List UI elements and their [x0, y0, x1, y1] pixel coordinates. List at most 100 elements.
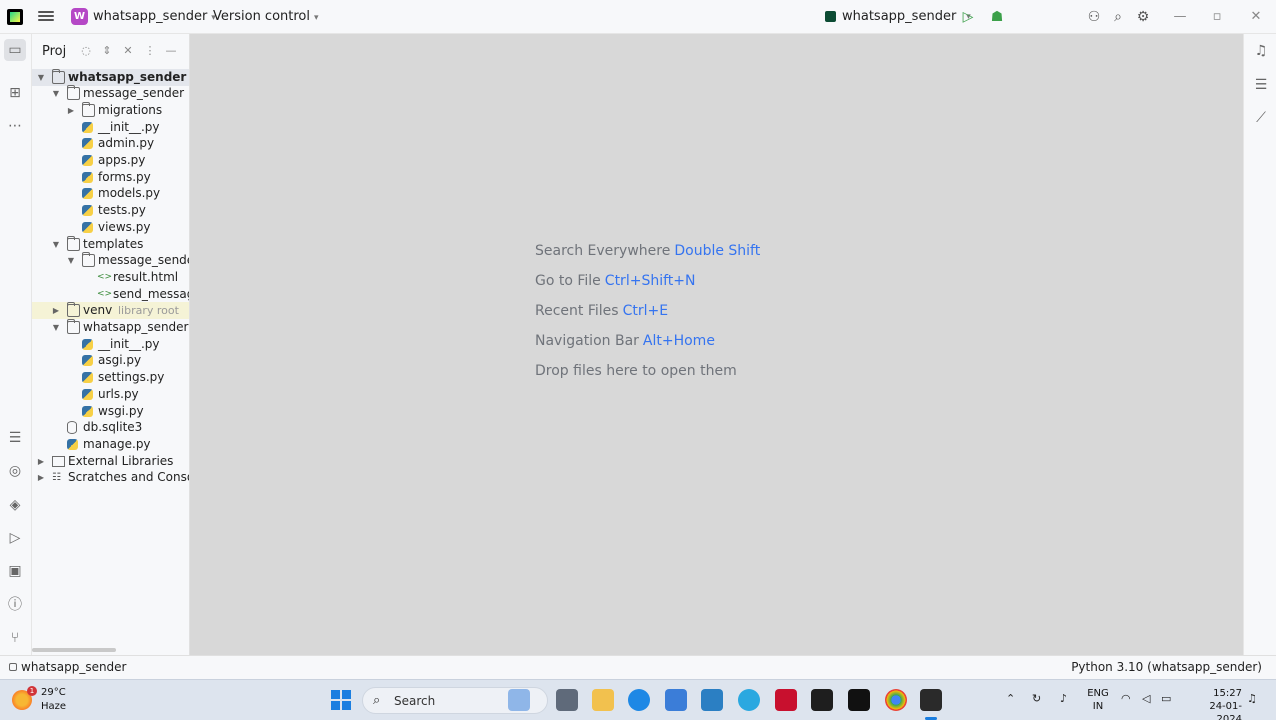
chevron-down-icon[interactable]: ▼ [36, 69, 46, 86]
chevron-down-icon[interactable]: ▼ [51, 85, 61, 102]
chevron-right-icon[interactable]: ▶ [36, 453, 46, 470]
terminal-icon[interactable]: ▣ [4, 560, 26, 582]
tree-item-label: External Libraries [68, 453, 174, 468]
run-icon[interactable]: ▷ [959, 8, 977, 26]
chevron-down-icon[interactable]: ▼ [51, 236, 61, 253]
git-branch-icon[interactable]: ⑂ [4, 627, 26, 649]
horizontal-scrollbar[interactable] [32, 648, 116, 652]
weather-description[interactable]: Haze [41, 701, 66, 712]
weather-temperature[interactable]: 29°C [41, 687, 66, 698]
expand-all-icon[interactable]: ⇕ [100, 44, 114, 58]
tree-row[interactable]: admin.py [32, 135, 189, 152]
tree-row[interactable]: wsgi.py [32, 403, 189, 420]
project-panel-title[interactable]: Proj [42, 44, 66, 59]
hide-panel-icon[interactable]: — [164, 44, 178, 58]
mcafee-icon[interactable] [775, 689, 797, 711]
services-icon[interactable]: ▷ [4, 527, 26, 549]
python-interpreter[interactable]: Python 3.10 (whatsapp_sender) [1071, 660, 1262, 674]
chevron-right-icon[interactable]: ▶ [66, 102, 76, 119]
breadcrumb[interactable]: whatsapp_sender [9, 660, 127, 674]
tree-row[interactable]: <>send_message [32, 286, 189, 303]
structure-icon[interactable]: ⊞ [4, 82, 26, 104]
tree-row[interactable]: tests.py [32, 202, 189, 219]
close-icon[interactable]: ✕ [1247, 8, 1265, 26]
tree-row[interactable]: ▼ templates [32, 235, 189, 253]
tree-row[interactable]: settings.py [32, 369, 189, 386]
wifi-icon[interactable]: ◠ [1121, 692, 1131, 705]
mysql-workbench-icon[interactable] [701, 689, 723, 711]
project-tool-folder-icon[interactable]: ▭ [4, 39, 26, 61]
database-icon[interactable]: ☰ [4, 427, 26, 449]
tree-row[interactable]: models.py [32, 185, 189, 202]
volume-icon[interactable]: ◁ [1142, 692, 1150, 705]
file-explorer-icon[interactable] [592, 689, 614, 711]
sciview-chart-icon[interactable]: ⟋ [1250, 107, 1272, 129]
tree-row[interactable]: ▼ message_sender [32, 252, 189, 269]
python-app-icon[interactable] [738, 689, 760, 711]
show-hidden-icons-chevron-icon[interactable]: ⌃ [1006, 692, 1015, 705]
chevron-down-icon[interactable]: ▼ [66, 252, 76, 269]
tree-row[interactable]: <> result.html [32, 269, 189, 286]
tree-row[interactable]: ▼whatsapp_senderD:\dummy\whatsapp_sender [32, 68, 189, 86]
debug-icon[interactable]: ☗ [988, 8, 1006, 26]
pycharm-ce-taskbar-icon[interactable] [848, 689, 870, 711]
system-clock[interactable]: 15:27 24-01-2024 [1206, 687, 1242, 720]
chevron-right-icon[interactable]: ▶ [51, 302, 61, 319]
notifications-bell-icon[interactable]: ♫ [1250, 40, 1272, 62]
tip-text: Navigation Bar [535, 333, 639, 349]
collapse-all-icon[interactable]: ✕ [121, 44, 135, 58]
chevron-right-icon[interactable]: ▶ [36, 469, 46, 486]
edge-browser-icon[interactable] [628, 689, 650, 711]
chevron-down-icon[interactable]: ▼ [51, 319, 61, 336]
notification-center-bell-icon[interactable]: ♫ [1247, 692, 1257, 705]
tree-row[interactable]: ▼ message_sender [32, 85, 189, 102]
microphone-icon[interactable]: ♪ [1060, 692, 1067, 705]
tree-row[interactable]: forms.py [32, 169, 189, 186]
snipping-tool-icon[interactable] [920, 689, 942, 711]
clock-time: 15:27 [1213, 688, 1242, 699]
options-menu-icon[interactable]: ⋮ [143, 44, 157, 58]
add-user-icon[interactable]: ⚇ [1085, 8, 1103, 26]
project-badge[interactable]: W [71, 8, 88, 25]
more-tools-icon[interactable]: ⋯ [4, 115, 26, 137]
language-indicator[interactable]: ENG IN [1087, 687, 1109, 713]
task-view-icon[interactable] [556, 689, 578, 711]
tree-row[interactable]: ▶ External Libraries [32, 453, 189, 470]
database-icon[interactable]: ☰ [1250, 74, 1272, 96]
tree-row[interactable]: ▶ migrations [32, 101, 189, 119]
tree-row[interactable]: asgi.py [32, 352, 189, 369]
tree-row[interactable]: manage.py [32, 436, 189, 453]
minimize-icon[interactable]: — [1171, 8, 1189, 26]
settings-gear-icon[interactable]: ⚙ [1134, 8, 1152, 26]
tree-row[interactable]: __init__.py [32, 119, 189, 136]
problems-icon[interactable]: ⓘ [4, 594, 26, 616]
locate-file-icon[interactable]: ◌ [79, 44, 93, 58]
search-icon[interactable]: ⌕ [1109, 8, 1127, 26]
tree-row[interactable]: apps.py [32, 152, 189, 169]
editor-empty-area[interactable]: Search Everywhere Double Shift Go to File… [190, 34, 1243, 655]
tree-row[interactable]: ▶ ☷ Scratches and Consoles [32, 469, 189, 486]
tree-row[interactable]: __init__.py [32, 336, 189, 353]
restore-icon[interactable]: ▫ [1208, 8, 1226, 26]
tree-row[interactable]: ▼ whatsapp_sender [32, 319, 189, 336]
project-switcher[interactable]: whatsapp_sender ▾ [93, 9, 216, 24]
sync-icon[interactable]: ↻ [1032, 692, 1041, 705]
run-configuration-selector[interactable]: whatsapp_sender ▾ [825, 9, 971, 24]
microsoft-store-icon[interactable] [665, 689, 687, 711]
python-packages-icon[interactable]: ◎ [4, 460, 26, 482]
chrome-icon[interactable] [885, 689, 907, 711]
tree-row[interactable]: views.py [32, 219, 189, 236]
tree-row[interactable]: urls.py [32, 386, 189, 403]
search-highlight-icon[interactable] [508, 689, 530, 711]
main-menu-icon[interactable] [38, 9, 54, 25]
pycharm-logo-icon[interactable] [7, 9, 23, 25]
tip-text: Go to File [535, 273, 601, 289]
windows-start-icon[interactable] [331, 690, 351, 710]
battery-icon[interactable]: ▭ [1161, 692, 1171, 705]
pycharm-taskbar-icon[interactable] [811, 689, 833, 711]
tree-row[interactable]: ▶ venv library root [32, 302, 189, 320]
tip-drop-files: Drop files here to open them [535, 363, 737, 379]
version-control-menu[interactable]: Version control ▾ [213, 9, 319, 24]
tree-row[interactable]: db.sqlite3 [32, 419, 189, 436]
layers-icon[interactable]: ◈ [4, 494, 26, 516]
